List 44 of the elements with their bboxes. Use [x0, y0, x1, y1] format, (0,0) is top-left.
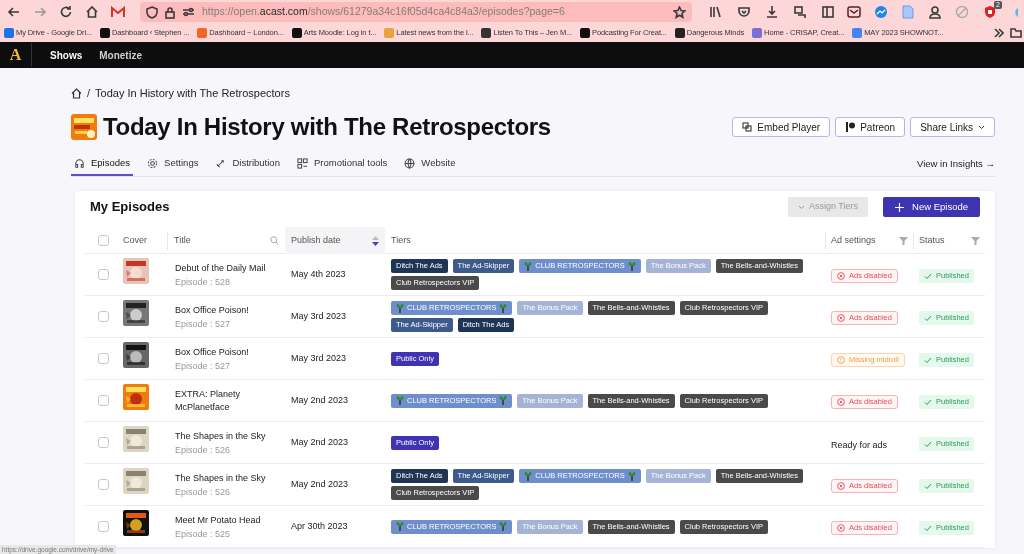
episode-number: Episode : 525 — [175, 528, 232, 540]
breadcrumb-separator: / — [87, 85, 91, 101]
episode-title[interactable]: The Shapes in the Sky — [175, 471, 281, 485]
episode-title[interactable]: Box Office Poison! — [175, 345, 281, 359]
column-header: Ad settings — [831, 233, 876, 247]
episode-title[interactable]: Box Office Poison! — [175, 303, 281, 317]
address-bar[interactable]: https://open.acast.com/shows/61279a34c16f05d4ca4c84a3/episodes?page=6 — [140, 2, 692, 22]
episode-number: Episode : 526 — [175, 486, 232, 498]
column-header: Tiers — [390, 233, 412, 247]
episode-title[interactable]: Meet Mr Potato Head — [175, 513, 281, 527]
episode-number: Episode : 528 — [175, 276, 232, 288]
header-button[interactable]: Patreon — [835, 117, 906, 137]
column-header[interactable]: Title — [174, 233, 191, 248]
tab[interactable]: Settings — [144, 152, 202, 176]
insights-link[interactable]: View in Insights → — [917, 156, 995, 172]
publish-date: May 2nd 2023 — [290, 393, 350, 407]
card-title: My Episodes — [90, 198, 170, 217]
publish-date: May 3rd 2023 — [290, 309, 348, 323]
episode-number: Episode : 527 — [175, 360, 232, 372]
column-header: Status — [919, 233, 945, 247]
episode-number: Episode : 527 — [175, 318, 232, 330]
breadcrumb-link[interactable]: Today In History with The Retrospectors — [95, 84, 290, 102]
episode-number: Episode : 526 — [175, 444, 232, 456]
publish-date: May 2nd 2023 — [290, 477, 350, 491]
episode-title[interactable]: Debut of the Daily Mail — [175, 261, 281, 275]
episode-title[interactable]: EXTRA: Planety McPlanetface — [175, 387, 281, 414]
header-button[interactable]: Share Links — [910, 117, 995, 137]
column-header: Cover — [122, 233, 148, 247]
header-button[interactable]: Embed Player — [732, 117, 831, 137]
tab[interactable]: Distribution — [212, 152, 283, 176]
publish-date: May 2nd 2023 — [290, 435, 350, 449]
publish-date: May 4th 2023 — [290, 267, 347, 281]
url-text: https://open.acast.com/shows/61279a34c16f05d4ca4c84a3/episodes?page=6 — [202, 4, 566, 20]
nav-link[interactable]: Shows — [50, 47, 83, 63]
show-title: Today In History with The Retrospectors — [103, 112, 551, 142]
new-episode-button[interactable]: New Episode — [883, 197, 980, 217]
publish-date: May 3rd 2023 — [290, 351, 348, 365]
episode-title[interactable]: The Shapes in the Sky — [175, 429, 281, 443]
nav-link[interactable]: Monetize — [99, 47, 142, 63]
logo[interactable]: A — [0, 43, 32, 67]
tab[interactable]: Website — [401, 152, 459, 176]
tab[interactable]: Promotional tools — [293, 152, 391, 176]
publish-date: Apr 30th 2023 — [290, 519, 349, 533]
ad-status-text: Ready for ads — [831, 439, 888, 450]
